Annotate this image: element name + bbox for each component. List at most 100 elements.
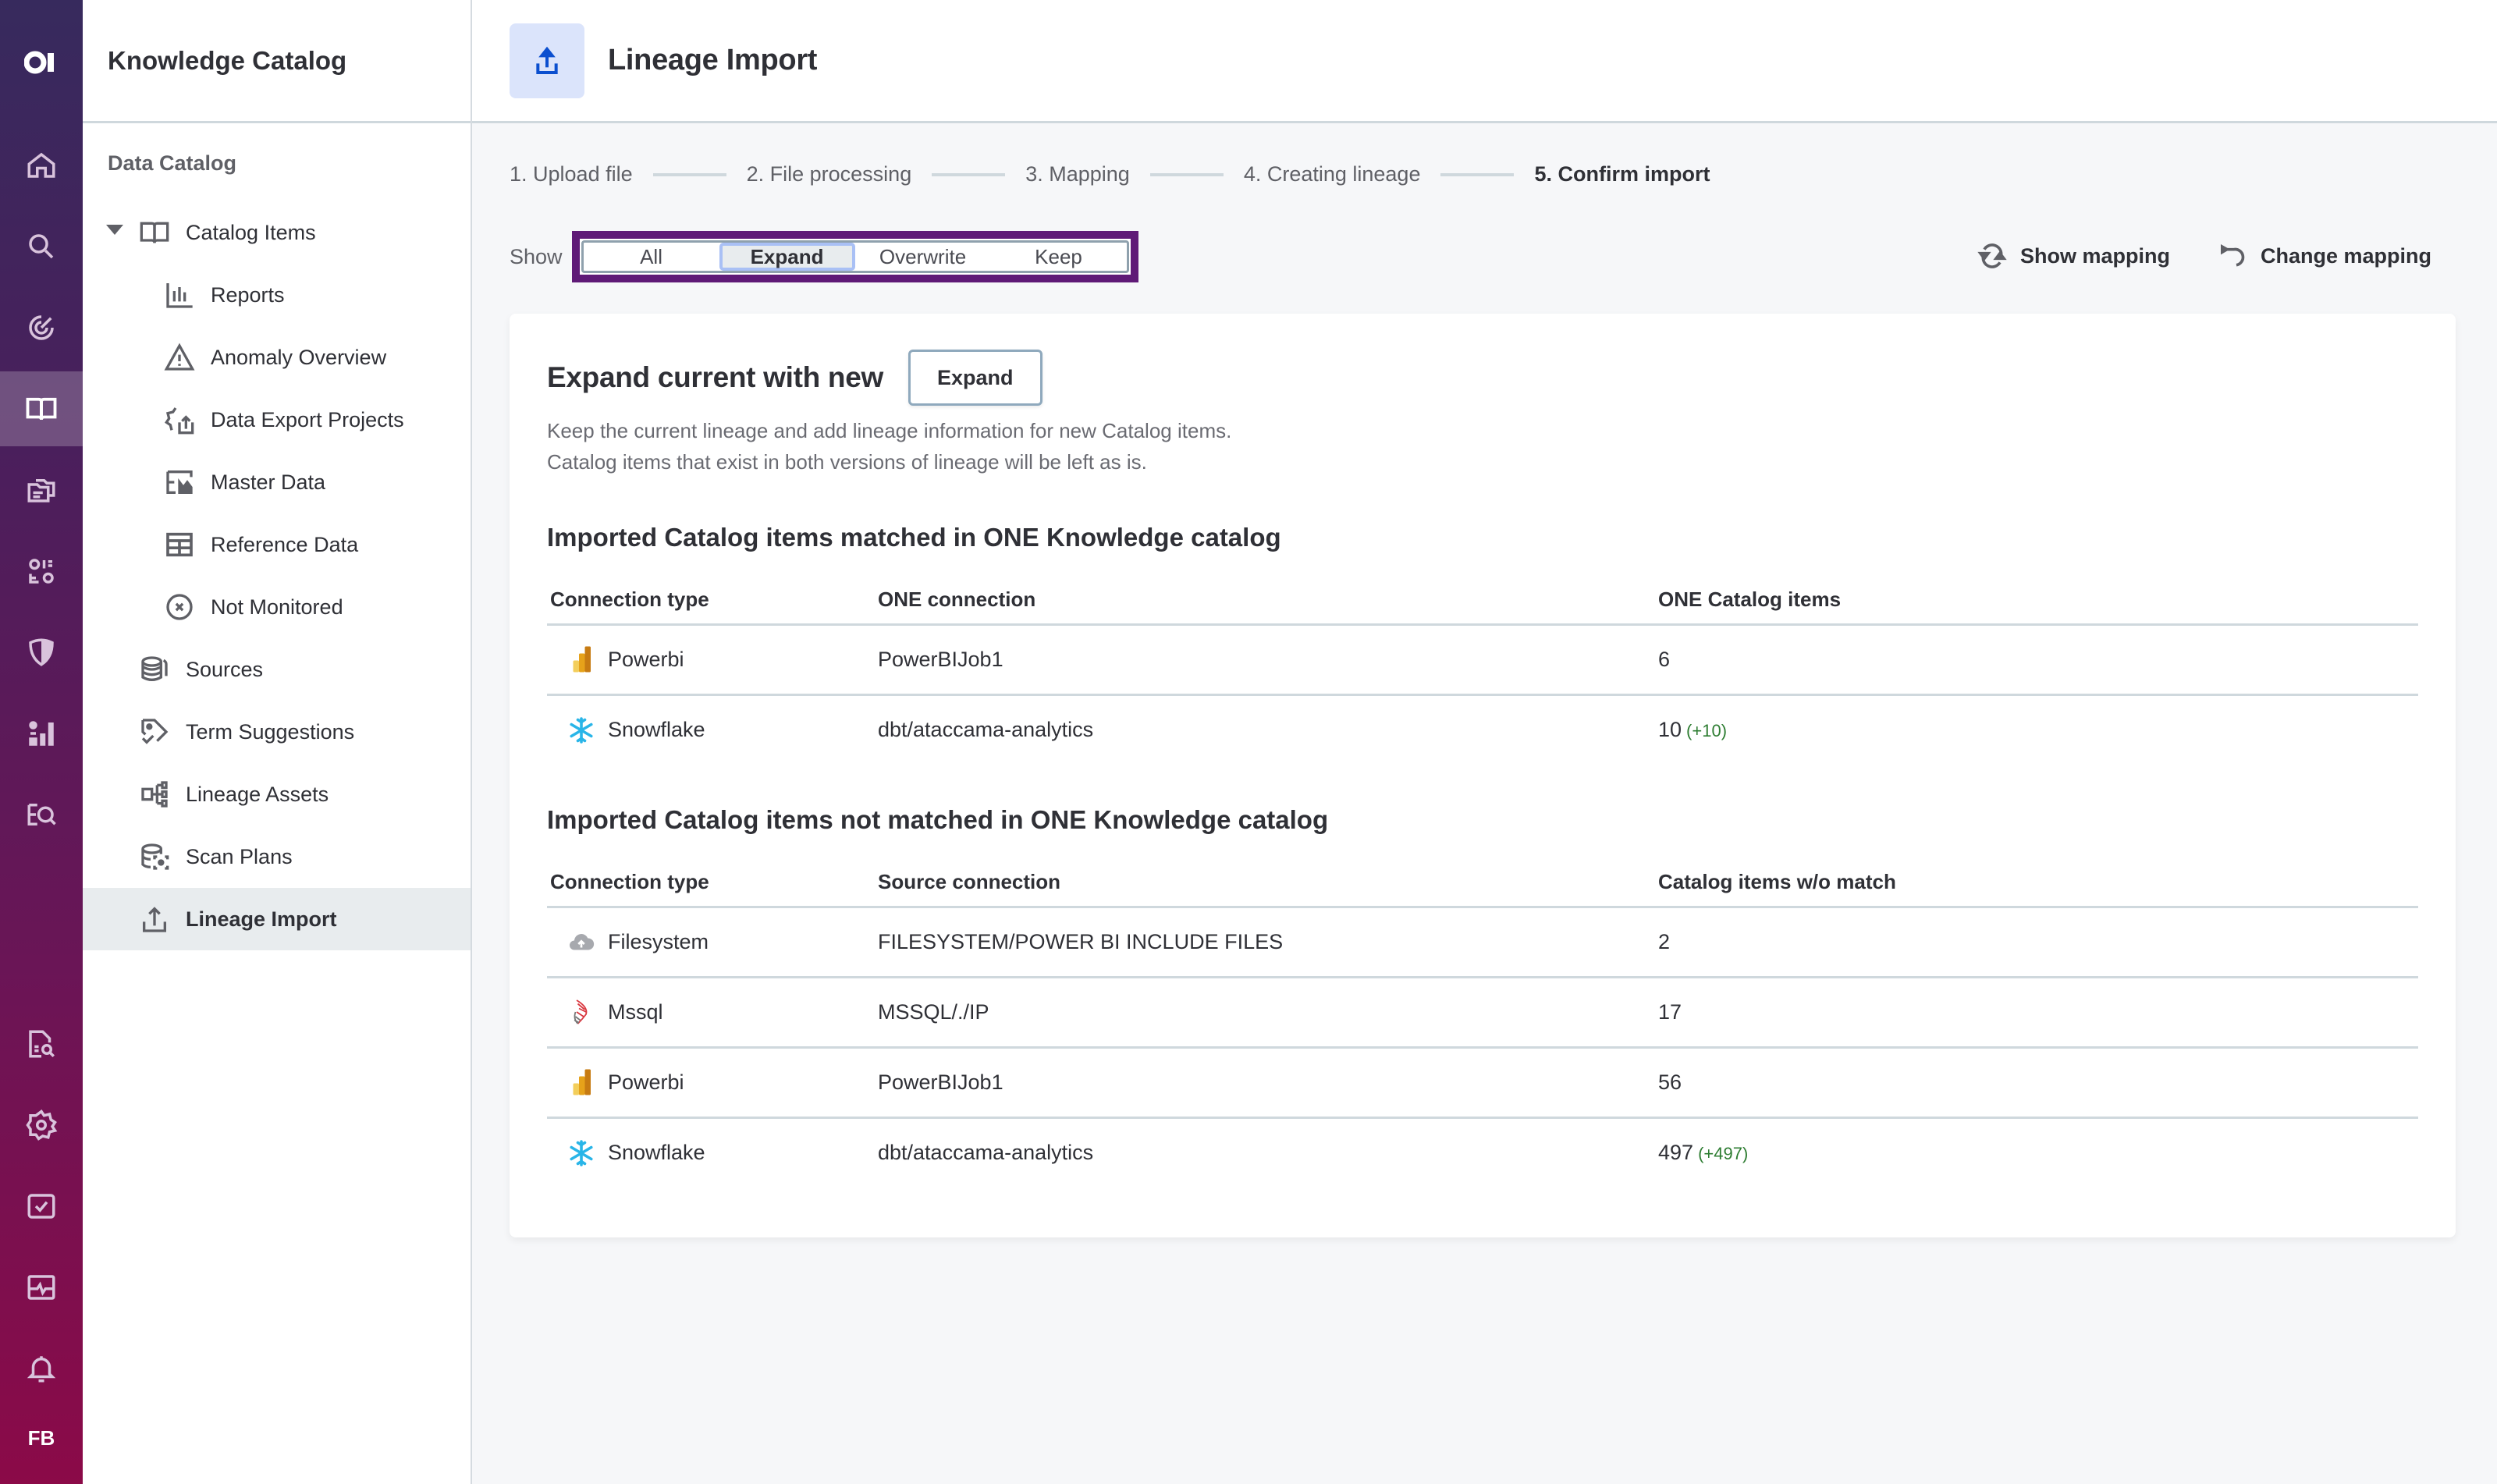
filter-option-all[interactable]: All — [584, 243, 719, 271]
sidebar-item-label: Reference Data — [211, 532, 359, 556]
gear-icon[interactable] — [0, 1088, 83, 1163]
book-icon[interactable] — [0, 371, 83, 446]
powerbi-icon — [567, 1068, 595, 1096]
sidebar-item-scan-plans[interactable]: Scan Plans — [83, 825, 471, 888]
connection-name: dbt/ataccama-analytics — [878, 718, 1094, 742]
page-header: Lineage Import — [472, 0, 2497, 123]
sidebar-item-label: Scan Plans — [186, 844, 293, 868]
count-value: 17 — [1658, 999, 1682, 1024]
sidebar-item-label: Master Data — [211, 470, 326, 494]
column-header[interactable]: Connection type — [547, 858, 875, 908]
sidebar-item-label: Sources — [186, 657, 264, 681]
connection-name: FILESYSTEM/POWER BI INCLUDE FILES — [875, 907, 1655, 978]
sidebar-item-term-suggestions[interactable]: Term Suggestions — [83, 701, 471, 763]
column-header[interactable]: ONE connection — [875, 576, 1655, 626]
show-mapping-button[interactable]: Show mapping — [1977, 240, 2170, 272]
connection-type: Snowflake — [608, 718, 705, 742]
sidebar-item-anomaly-overview[interactable]: Anomaly Overview — [83, 326, 471, 389]
filter-option-keep[interactable]: Keep — [991, 243, 1127, 271]
table-row[interactable]: Mssql MSSQL/./IP 17 — [547, 977, 2418, 1049]
sidebar-item-lineage-import[interactable]: Lineage Import — [83, 888, 471, 950]
search-icon[interactable] — [0, 209, 83, 284]
confirm-import-card: Expand current with new Expand Keep the … — [510, 314, 2456, 1237]
folder-icon[interactable] — [0, 453, 83, 527]
filter-highlight-outline: All Expand Overwrite Keep — [571, 231, 1138, 282]
change-mapping-button[interactable]: Change mapping — [2217, 240, 2431, 272]
sidebar-header: Knowledge Catalog — [83, 0, 471, 123]
count-value: 56 — [1658, 1070, 1682, 1094]
sidebar-item-data-export-projects[interactable]: Data Export Projects — [83, 389, 471, 451]
book-icon — [139, 217, 170, 248]
table-icon — [164, 529, 195, 560]
logo-icon[interactable] — [0, 39, 83, 86]
data-quality-search-icon[interactable] — [0, 777, 83, 852]
filter-segmented-control: All Expand Overwrite Keep — [581, 240, 1129, 273]
connection-name: MSSQL/./IP — [875, 977, 1655, 1049]
bell-icon[interactable] — [0, 1331, 83, 1406]
snowflake-icon — [567, 1139, 595, 1167]
catalog-items-count: 56 — [1655, 1047, 2418, 1119]
table-row[interactable]: Snowflake dbt/ataccama-analytics 497 (+49… — [547, 1117, 2418, 1188]
table-row[interactable]: Powerbi PowerBIJob1 56 — [547, 1047, 2418, 1119]
card-description-line: Catalog items that exist in both version… — [547, 450, 1147, 474]
undo-icon — [2220, 244, 2245, 267]
radar-icon[interactable] — [0, 290, 83, 365]
card-description: Keep the current lineage and add lineage… — [547, 415, 2418, 478]
filter-option-expand[interactable]: Expand — [719, 243, 855, 271]
mapping-actions: Show mapping Change mapping — [1977, 240, 2431, 272]
count-value: 2 — [1658, 929, 1671, 953]
change-mapping-label: Change mapping — [2260, 243, 2431, 268]
connection-type: Mssql — [608, 999, 663, 1024]
analytics-icon[interactable] — [0, 696, 83, 771]
catalog-items-count: 2 — [1655, 907, 2418, 978]
sidebar-item-master-data[interactable]: Master Data — [83, 451, 471, 513]
table-row[interactable]: Filesystem FILESYSTEM/POWER BI INCLUDE F… — [547, 907, 2418, 978]
filter-option-overwrite[interactable]: Overwrite — [855, 243, 991, 271]
sidebar-item-sources[interactable]: Sources — [83, 638, 471, 701]
step-file-processing: 2. File processing — [746, 162, 912, 186]
caret-down-icon[interactable] — [106, 225, 123, 235]
home-icon[interactable] — [0, 128, 83, 203]
upload-icon — [510, 23, 584, 98]
connection-name: dbt/ataccama-analytics — [878, 1141, 1094, 1165]
sidebar-item-reference-data[interactable]: Reference Data — [83, 513, 471, 576]
column-header[interactable]: Catalog items w/o match — [1655, 858, 2418, 908]
step-creating-lineage: 4. Creating lineage — [1243, 162, 1421, 186]
sidebar-item-not-monitored[interactable]: Not Monitored — [83, 576, 471, 638]
connection-type-cell: Snowflake — [550, 1139, 872, 1167]
step-connector — [932, 172, 1006, 176]
count-value: 497 — [1658, 1141, 1694, 1165]
tag-check-icon — [139, 716, 170, 747]
matched-section-title: Imported Catalog items matched in ONE Kn… — [547, 523, 1281, 552]
document-search-icon[interactable] — [0, 1006, 83, 1081]
expand-button[interactable]: Expand — [908, 350, 1042, 406]
dashboard-icon[interactable] — [0, 534, 83, 609]
monitor-pulse-icon[interactable] — [0, 1250, 83, 1325]
step-connector — [1149, 172, 1224, 176]
sidebar-item-catalog-items[interactable]: Catalog Items — [83, 201, 471, 264]
sidebar-item-reports[interactable]: Reports — [83, 264, 471, 326]
sidebar-item-label: Term Suggestions — [186, 719, 355, 744]
scan-database-icon — [139, 841, 170, 872]
table-row[interactable]: Snowflake dbt/ataccama-analytics 10 (+10) — [547, 694, 2418, 765]
sidebar-item-label: Lineage Assets — [186, 782, 329, 806]
sidebar-item-lineage-assets[interactable]: Lineage Assets — [83, 763, 471, 825]
column-header[interactable]: Source connection — [875, 858, 1655, 908]
user-avatar[interactable]: FB — [0, 1426, 83, 1450]
connection-type-cell: Mssql — [550, 998, 872, 1026]
count-value: 10 — [1658, 718, 1682, 742]
task-check-icon[interactable] — [0, 1169, 83, 1244]
step-mapping: 3. Mapping — [1025, 162, 1130, 186]
table-header-row: Connection type ONE connection ONE Catal… — [547, 576, 2418, 626]
column-header[interactable]: ONE Catalog items — [1655, 576, 2418, 626]
column-header[interactable]: Connection type — [547, 576, 875, 626]
step-connector — [652, 172, 726, 176]
connection-type: Powerbi — [608, 647, 684, 671]
powerbi-icon — [567, 645, 595, 673]
master-data-icon — [164, 467, 195, 498]
table-row[interactable]: Powerbi PowerBIJob1 6 — [547, 624, 2418, 696]
secondary-sidebar: Knowledge Catalog Data Catalog Catalog I… — [83, 0, 472, 1484]
main-content: Lineage Import 1. Upload file 2. File pr… — [472, 0, 2497, 1484]
connection-type-cell: Powerbi — [550, 1068, 872, 1096]
shield-icon[interactable] — [0, 615, 83, 690]
